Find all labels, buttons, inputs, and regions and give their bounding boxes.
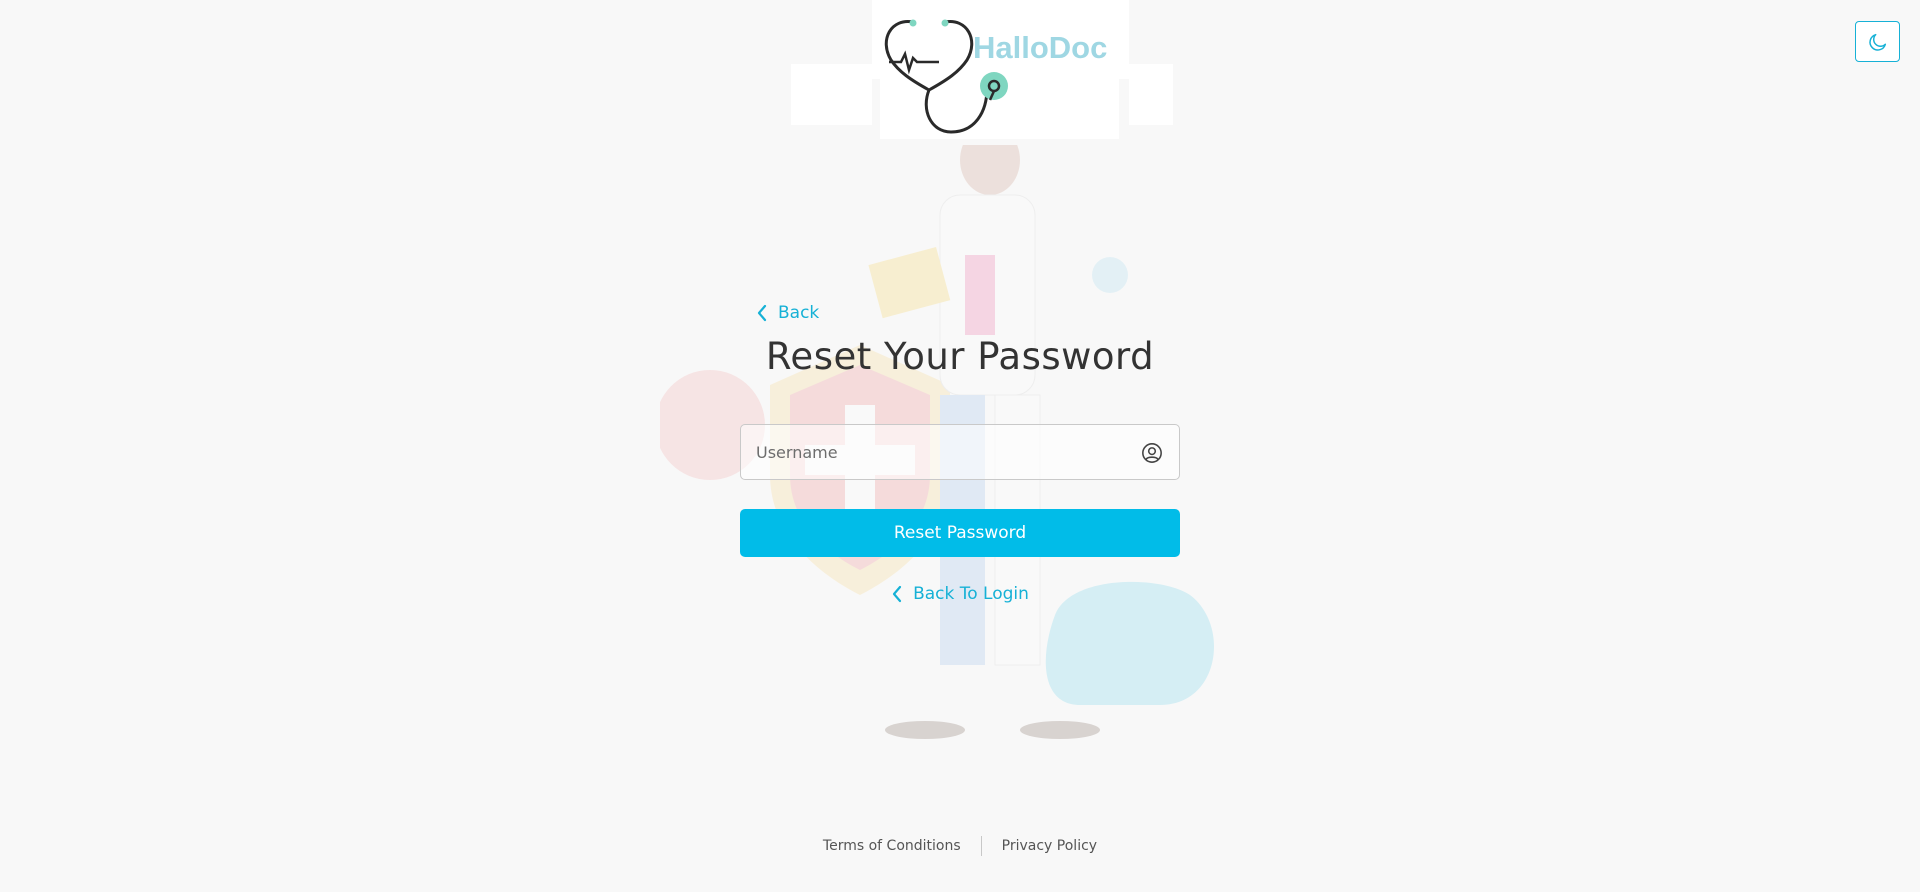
theme-toggle-button[interactable] [1855, 21, 1900, 62]
chevron-left-icon [757, 304, 767, 322]
page-title: Reset Your Password [765, 335, 1155, 378]
back-to-login-label: Back To Login [913, 584, 1029, 604]
privacy-link[interactable]: Privacy Policy [1002, 838, 1097, 854]
reset-password-button[interactable]: Reset Password [740, 509, 1180, 557]
chevron-left-icon [892, 585, 902, 603]
username-field-wrapper [740, 424, 1180, 480]
back-link[interactable]: Back [756, 303, 819, 323]
footer-divider [980, 836, 982, 856]
user-circle-icon [1142, 443, 1162, 463]
stethoscope-icon [884, 19, 1008, 134]
back-link-label: Back [778, 303, 820, 323]
username-input[interactable] [741, 425, 1179, 479]
logo-text: HalloDoc [973, 30, 1108, 65]
moon-icon [1868, 33, 1886, 51]
back-to-login-link[interactable]: Back To Login [0, 584, 1920, 604]
terms-link[interactable]: Terms of Conditions [823, 838, 961, 854]
logo: HalloDoc [791, 0, 1173, 140]
footer: Terms of Conditions Privacy Policy [0, 836, 1920, 856]
